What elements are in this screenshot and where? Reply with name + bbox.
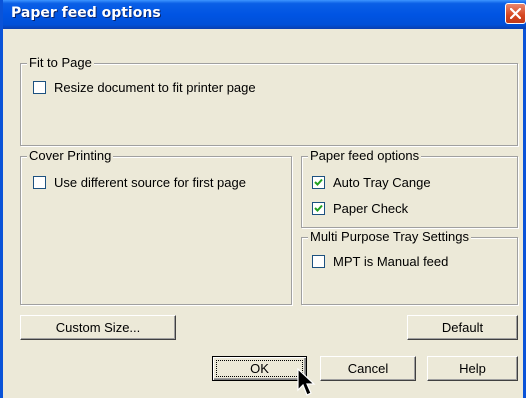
default-button[interactable]: Default (407, 315, 518, 340)
fit-to-page-group: Fit to Page Resize document to fit print… (20, 55, 518, 146)
focus-rectangle (216, 360, 303, 377)
different-source-checkbox[interactable] (33, 176, 46, 189)
mpt-manual-feed-option[interactable]: MPT is Manual feed (312, 254, 448, 269)
mouse-pointer-icon (297, 368, 316, 396)
mpt-manual-feed-checkbox[interactable] (312, 255, 325, 268)
mpt-settings-group: Multi Purpose Tray Settings MPT is Manua… (301, 229, 518, 305)
paper-check-option[interactable]: Paper Check (312, 201, 408, 216)
cover-printing-group: Cover Printing Use different source for … (20, 148, 292, 305)
close-button[interactable] (505, 3, 526, 24)
different-source-label: Use different source for first page (54, 175, 246, 190)
mpt-settings-label: Multi Purpose Tray Settings (308, 229, 471, 244)
default-button-label: Default (441, 320, 484, 335)
title-bar[interactable]: Paper feed options (3, 0, 526, 29)
help-button-label: Help (459, 361, 486, 376)
checkmark-icon (314, 204, 323, 212)
ok-button[interactable]: OK (212, 356, 307, 381)
resize-document-checkbox[interactable] (33, 81, 46, 94)
fit-to-page-label: Fit to Page (27, 55, 94, 70)
auto-tray-checkbox[interactable] (312, 176, 325, 189)
custom-size-button[interactable]: Custom Size... (20, 315, 176, 340)
checkmark-icon (314, 178, 323, 186)
cover-printing-label: Cover Printing (27, 148, 114, 163)
mpt-manual-feed-label: MPT is Manual feed (333, 254, 449, 269)
auto-tray-option[interactable]: Auto Tray Cange (312, 175, 431, 190)
help-button[interactable]: Help (427, 356, 518, 381)
cancel-button-label: Cancel (347, 361, 389, 376)
resize-document-label: Resize document to fit printer page (54, 80, 256, 95)
auto-tray-label: Auto Tray Cange (333, 175, 431, 190)
paper-check-label: Paper Check (333, 201, 409, 216)
custom-size-button-label: Custom Size... (55, 320, 141, 335)
different-source-option[interactable]: Use different source for first page (33, 175, 246, 190)
paper-feed-group: Paper feed options Auto Tray Cange Paper… (301, 148, 518, 228)
resize-document-option[interactable]: Resize document to fit printer page (33, 80, 256, 95)
paper-feed-label: Paper feed options (308, 148, 422, 163)
dialog-window: Paper feed options Fit to Page Resize do… (0, 0, 526, 398)
cancel-button[interactable]: Cancel (320, 356, 416, 381)
close-icon (510, 8, 521, 19)
window-title: Paper feed options (11, 5, 161, 21)
paper-check-checkbox[interactable] (312, 202, 325, 215)
